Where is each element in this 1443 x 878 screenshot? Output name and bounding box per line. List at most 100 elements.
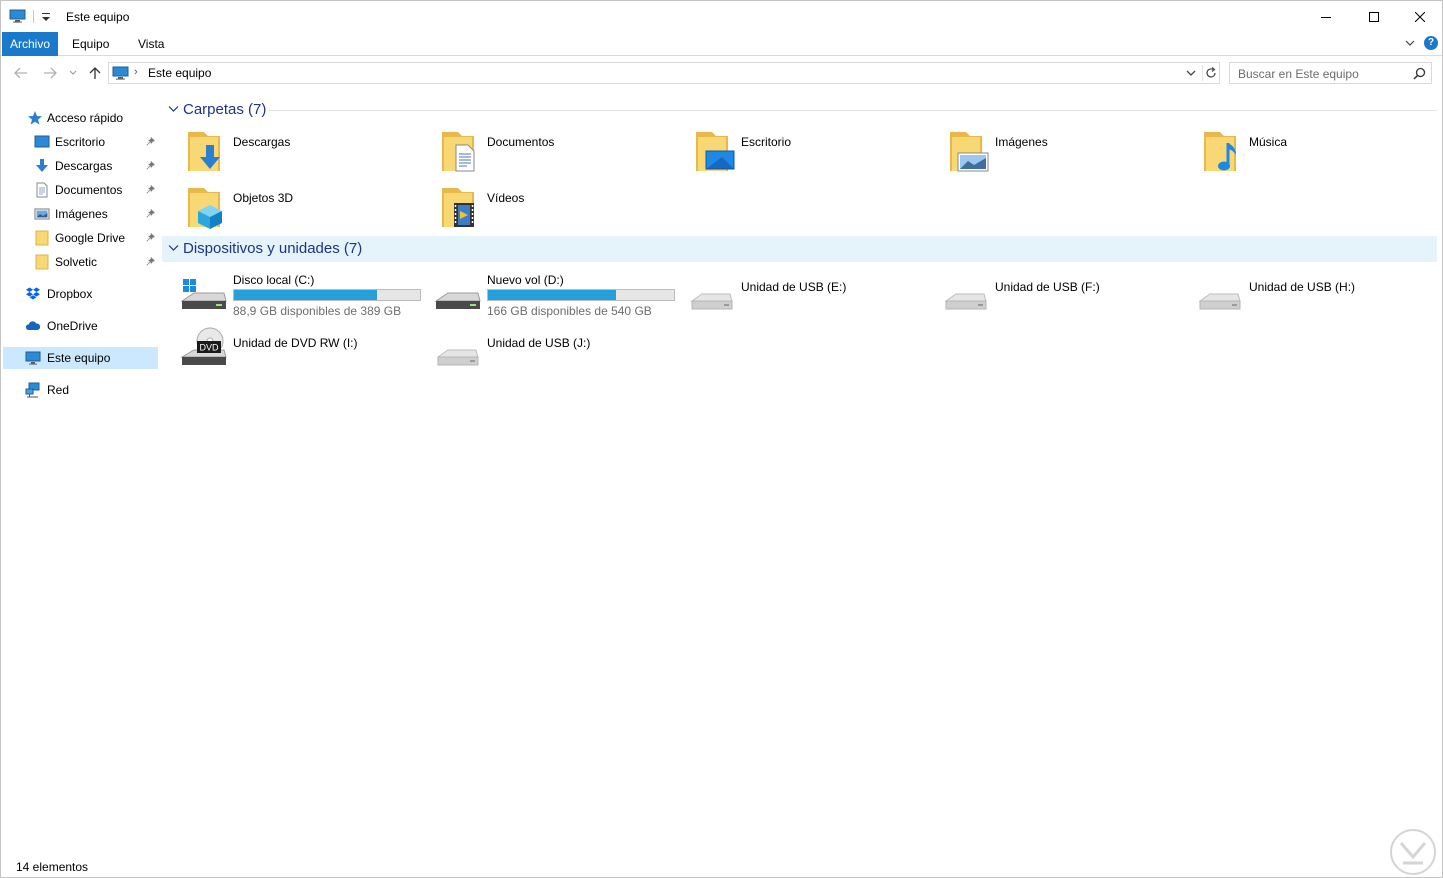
pin-icon [146, 257, 155, 266]
group-header-dispositivos[interactable]: Dispositivos y unidades (7) [162, 236, 1437, 262]
3d-objects-folder-icon [188, 188, 222, 229]
folder-label: Documentos [487, 135, 555, 149]
drive-label: Unidad de USB (F:) [995, 280, 1100, 294]
drive-label: Nuevo vol (D:) [487, 273, 564, 287]
sidebar-item-dropbox[interactable]: Dropbox [3, 283, 158, 305]
pictures-folder-icon [950, 132, 989, 172]
sidebar-item-descargas[interactable]: Descargas [3, 155, 158, 177]
sidebar-item-label: Documentos [55, 183, 123, 197]
music-folder-icon [1204, 132, 1236, 171]
folder-tile-escritorio[interactable]: Escritorio [670, 129, 920, 181]
sidebar-item-escritorio[interactable]: Escritorio [3, 131, 158, 153]
drive-usage-bar [487, 289, 675, 301]
pin-icon [146, 233, 155, 242]
drive-tile-j[interactable]: Unidad de USB (J:) [416, 327, 666, 379]
search-input[interactable]: Buscar en Este equipo [1229, 62, 1432, 84]
refresh-icon [1205, 67, 1216, 78]
sidebar-item-label: OneDrive [47, 319, 98, 333]
breadcrumb-separator[interactable]: › [134, 66, 138, 78]
sidebar-item-documentos[interactable]: Documentos [3, 179, 158, 201]
maximize-icon [1369, 11, 1379, 22]
pin-icon [146, 137, 155, 146]
breadcrumb-location[interactable]: Este equipo [148, 66, 211, 80]
drive-label: Unidad de USB (H:) [1249, 280, 1356, 294]
folder-tile-documentos[interactable]: Documentos [416, 129, 666, 181]
computer-icon [25, 351, 41, 365]
usb-drive-icon [944, 293, 987, 310]
chevron-down-icon [69, 70, 77, 75]
search-icon[interactable] [1413, 67, 1426, 80]
hard-drive-icon [434, 292, 481, 309]
sidebar-item-label: Red [47, 383, 70, 397]
recent-locations-button[interactable] [67, 63, 79, 83]
sidebar-item-google-drive[interactable]: Google Drive [3, 227, 158, 249]
usb-drive-icon [690, 293, 733, 310]
drive-tile-h[interactable]: Unidad de USB (H:) [1178, 271, 1428, 323]
maximize-button[interactable] [1351, 1, 1397, 32]
forward-button[interactable] [41, 63, 59, 83]
search-placeholder: Buscar en Este equipo [1238, 67, 1359, 81]
address-bar[interactable]: › Este equipo [108, 62, 1220, 84]
tab-equipo[interactable]: Equipo [62, 32, 119, 56]
minimize-button[interactable] [1303, 1, 1349, 32]
sidebar-item-label: Imágenes [55, 207, 108, 221]
computer-icon [112, 66, 129, 80]
file-explorer-window: Este equipo Archivo Equipo Vista ? › Est… [0, 0, 1443, 878]
title-bar: Este equipo [1, 1, 1442, 32]
folder-label: Imágenes [995, 135, 1048, 149]
folder-tile-videos[interactable]: Vídeos [416, 185, 666, 237]
close-button[interactable] [1397, 1, 1443, 32]
folder-label: Descargas [233, 135, 291, 149]
refresh-button[interactable] [1202, 65, 1218, 81]
drive-label: Disco local (C:) [233, 273, 315, 287]
folder-tile-descargas[interactable]: Descargas [162, 129, 412, 181]
windows-drive-icon [180, 279, 227, 309]
sidebar-item-label: Acceso rápido [47, 111, 124, 125]
sidebar-item-label: Dropbox [47, 287, 93, 301]
drive-tile-d[interactable]: Nuevo vol (D:) 166 GB disponibles de 540… [416, 271, 675, 323]
up-button[interactable] [86, 63, 104, 83]
sidebar-item-este-equipo[interactable]: Este equipo [3, 347, 158, 369]
drive-label: Unidad de USB (E:) [741, 280, 847, 294]
expand-ribbon-chevron-icon[interactable] [1403, 36, 1417, 50]
videos-folder-icon [442, 188, 474, 227]
tab-archivo[interactable]: Archivo [2, 32, 58, 56]
help-icon[interactable]: ? [1424, 36, 1438, 50]
arrow-left-icon [14, 67, 27, 79]
sidebar-item-red[interactable]: Red [3, 379, 158, 401]
folder-label: Objetos 3D [233, 191, 294, 205]
sidebar-item-imagenes[interactable]: Imágenes [3, 203, 158, 225]
sidebar-item-label: Solvetic [55, 255, 98, 269]
drive-tile-e[interactable]: Unidad de USB (E:) [670, 271, 920, 323]
group-header-carpetas[interactable]: Carpetas (7) [162, 97, 1437, 123]
chevron-down-icon [168, 106, 179, 112]
drive-free-space: 88,9 GB disponibles de 389 GB [233, 304, 402, 318]
address-history-chevron-icon[interactable] [1185, 67, 1197, 79]
drive-usage-fill [488, 290, 617, 300]
sidebar-item-label: Este equipo [47, 351, 111, 365]
sidebar-item-onedrive[interactable]: OneDrive [3, 315, 158, 337]
usb-drive-icon [436, 349, 479, 366]
drive-tile-f[interactable]: Unidad de USB (F:) [924, 271, 1174, 323]
sidebar-item-quick-access[interactable]: Acceso rápido [3, 107, 158, 129]
pin-icon [146, 209, 155, 218]
tab-vista[interactable]: Vista [128, 32, 174, 56]
drive-tile-c[interactable]: Disco local (C:) 88,9 GB disponibles de … [162, 271, 421, 323]
folder-tile-musica[interactable]: Música [1178, 129, 1428, 181]
sidebar-item-label: Escritorio [55, 135, 106, 149]
quick-access-toolbar-dropdown-icon[interactable] [41, 11, 51, 23]
folder-icon [35, 254, 49, 270]
back-button[interactable] [12, 63, 30, 83]
drive-tile-i[interactable]: DVD Unidad de DVD RW (I:) [162, 327, 412, 379]
navigation-bar: › Este equipo Buscar en Este equipo [1, 57, 1442, 89]
folder-tile-imagenes[interactable]: Imágenes [924, 129, 1174, 181]
chevron-down-icon [168, 245, 179, 251]
watermark-logo [1390, 829, 1436, 875]
folder-tile-objetos-3d[interactable]: Objetos 3D [162, 185, 412, 237]
arrow-up-icon [89, 67, 101, 79]
navigation-pane: Acceso rápido Escritorio Descargas Docum… [1, 101, 161, 801]
sidebar-item-solvetic[interactable]: Solvetic [3, 251, 158, 273]
computer-icon[interactable] [9, 9, 26, 23]
drive-usage-bar [233, 289, 421, 301]
documents-folder-icon [442, 132, 475, 172]
